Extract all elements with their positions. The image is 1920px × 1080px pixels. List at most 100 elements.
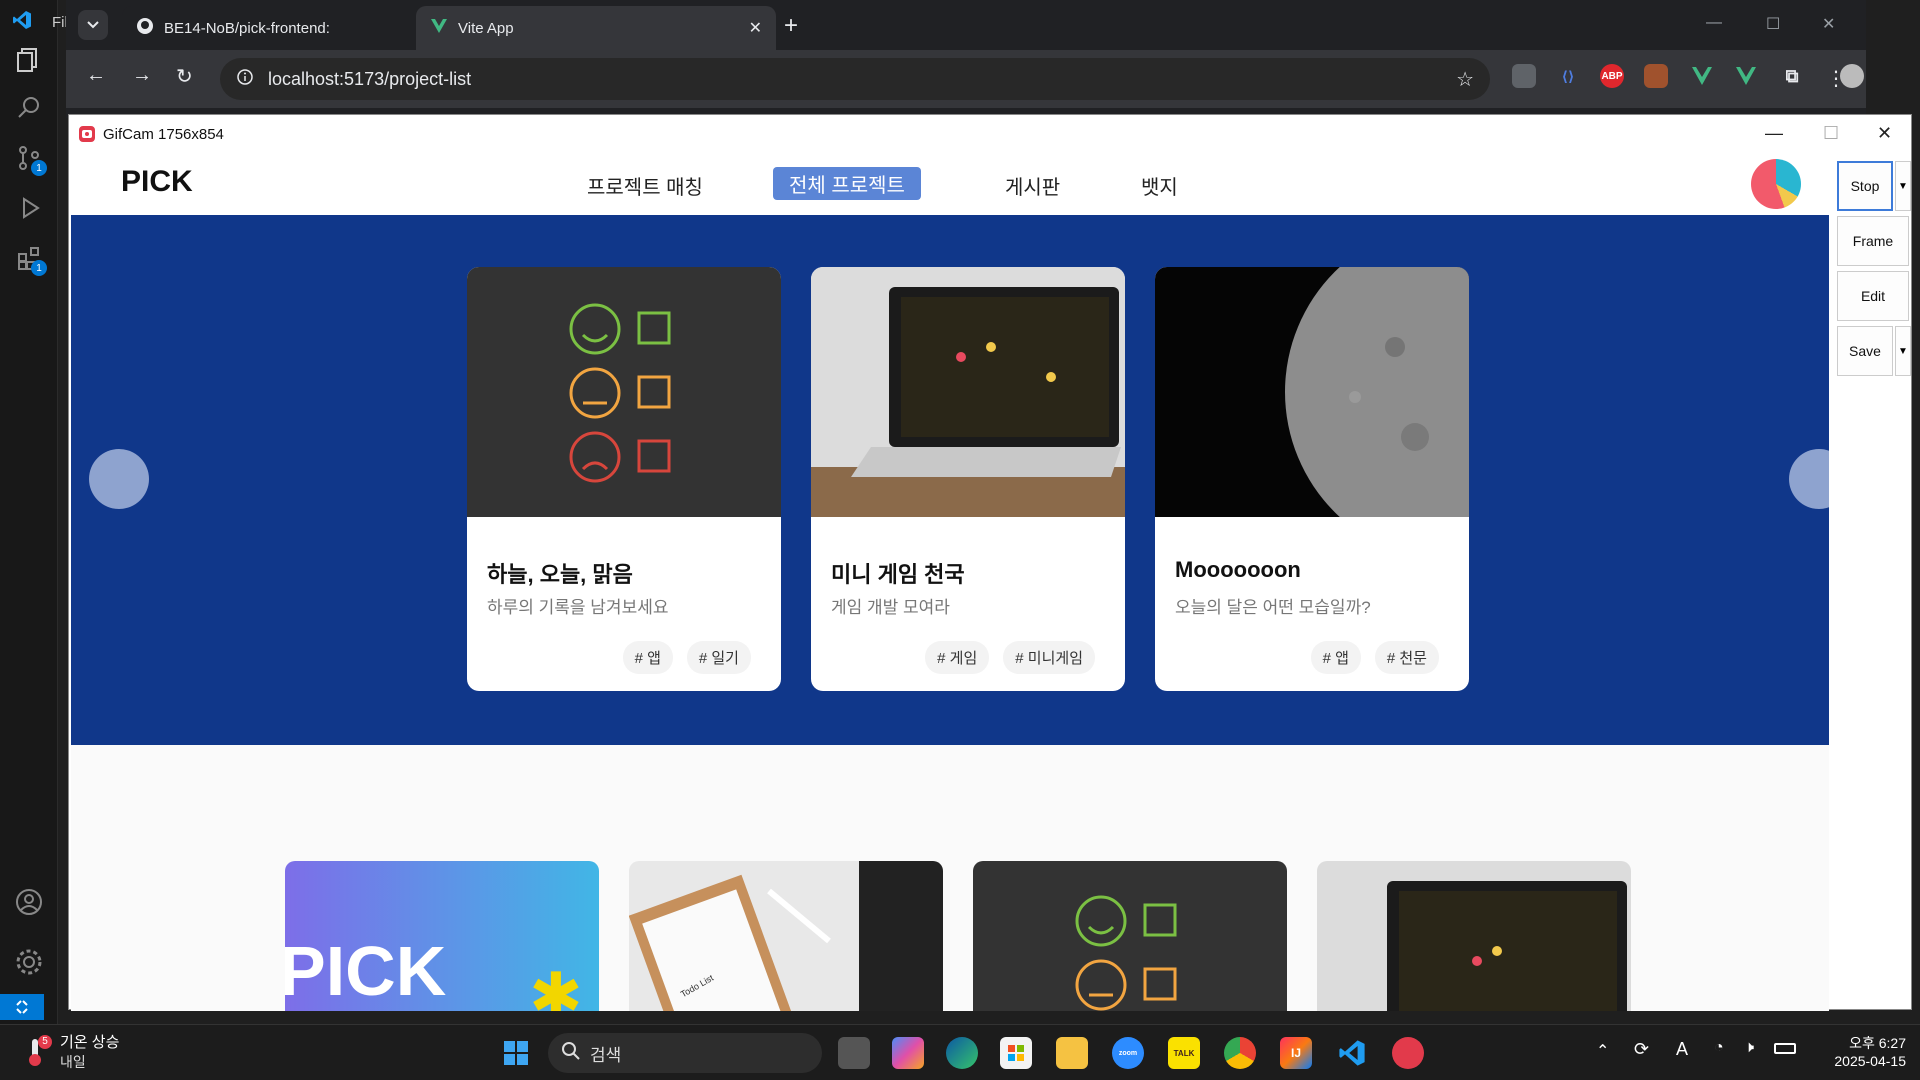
tab-title: Vite App	[458, 19, 514, 37]
explorer-icon[interactable]	[13, 44, 45, 76]
show-hidden-icons-icon[interactable]: ⌃	[1596, 1041, 1609, 1061]
featured-card[interactable]: 하늘, 오늘, 맑음 하루의 기록을 남겨보세요 # 앱 # 일기	[467, 267, 781, 691]
tab-title: BE14-NoB/pick-frontend:	[164, 19, 330, 37]
sync-icon[interactable]: ⟳	[1634, 1039, 1649, 1060]
project-card-pick[interactable]: PICK ✱	[285, 861, 599, 1011]
vscode-activity-bar: 1 1	[0, 0, 58, 1080]
remote-status-icon[interactable]	[0, 994, 44, 1020]
edit-button[interactable]: Edit	[1837, 271, 1909, 321]
nav-badge[interactable]: 뱃지	[1125, 169, 1194, 202]
weather-widget[interactable]: 5 기온 상승 내일	[26, 1031, 119, 1072]
maximize-icon[interactable]: ☐	[1766, 14, 1780, 34]
windows-start-icon[interactable]	[500, 1037, 532, 1069]
ext-adblock-icon[interactable]: ABP	[1600, 64, 1624, 88]
gifcam-title: GifCam 1756x854	[103, 125, 224, 143]
github-icon	[136, 17, 154, 39]
taskbar-clock[interactable]: 오후 6:27 2025-04-15	[1816, 1033, 1906, 1069]
weather-line1: 기온 상승	[60, 1034, 120, 1051]
save-button[interactable]: Save	[1837, 326, 1893, 376]
tab-vite-app[interactable]: Vite App ✕	[416, 6, 776, 50]
browser-window: BE14-NoB/pick-frontend: ✕ Vite App ✕ + —…	[66, 0, 1866, 118]
zoom-icon[interactable]: zoom	[1112, 1037, 1144, 1069]
ext-briefcase-icon[interactable]	[1644, 64, 1668, 88]
minimize-icon[interactable]: —	[1706, 14, 1722, 32]
carousel-next-button[interactable]	[1789, 449, 1829, 509]
tab-strip: BE14-NoB/pick-frontend: ✕ Vite App ✕ + —…	[66, 0, 1866, 50]
site-logo[interactable]: PICK	[121, 165, 193, 199]
source-control-icon[interactable]: 1	[13, 142, 47, 176]
gifcam-close-icon[interactable]: ✕	[1877, 123, 1892, 144]
address-bar[interactable]: localhost:5173/project-list ☆	[220, 58, 1490, 100]
ext-translate-icon[interactable]: ⟨⟩	[1556, 64, 1580, 88]
extensions-puzzle-icon[interactable]: ⧉	[1780, 64, 1804, 88]
tag[interactable]: # 천문	[1374, 641, 1439, 674]
store-icon[interactable]	[1000, 1037, 1032, 1069]
extensions-icon[interactable]: 1	[13, 242, 47, 276]
browser-menu-icon[interactable]: ⋮	[1826, 66, 1846, 91]
user-avatar[interactable]	[1751, 159, 1801, 209]
new-tab-icon[interactable]: +	[784, 12, 798, 40]
intellij-icon[interactable]: IJ	[1280, 1037, 1312, 1069]
bookmark-star-icon[interactable]: ☆	[1456, 67, 1474, 92]
site-info-icon[interactable]	[236, 68, 254, 91]
back-icon[interactable]: ←	[86, 64, 106, 87]
gifcam-minimize-icon[interactable]: —	[1765, 123, 1783, 144]
tag[interactable]: # 게임	[925, 641, 990, 674]
run-debug-icon[interactable]	[13, 192, 45, 224]
ime-icon[interactable]: A	[1676, 1039, 1688, 1060]
card-image-laptop-pacman	[811, 267, 1125, 517]
featured-card[interactable]: 미니 게임 천국 게임 개발 모여라 # 게임 # 미니게임	[811, 267, 1125, 691]
extensions-badge: 1	[31, 260, 47, 276]
card-description: 게임 개발 모여라	[831, 598, 950, 617]
nav-board[interactable]: 게시판	[989, 169, 1076, 202]
edge-icon[interactable]	[946, 1037, 978, 1069]
save-dropdown-icon[interactable]: ▼	[1895, 326, 1911, 376]
featured-card[interactable]: Mooooooon 오늘의 달은 어떤 모습일까? # 앱 # 천문	[1155, 267, 1469, 691]
vscode-icon[interactable]	[1336, 1037, 1368, 1069]
tag[interactable]: # 일기	[686, 641, 751, 674]
stop-button[interactable]: Stop	[1837, 161, 1893, 211]
task-view-icon[interactable]	[838, 1037, 870, 1069]
account-icon[interactable]	[13, 886, 45, 918]
close-window-icon[interactable]: ✕	[1822, 14, 1835, 34]
project-card-chalkboard[interactable]	[973, 861, 1287, 1011]
carousel-prev-button[interactable]	[89, 449, 149, 509]
settings-gear-icon[interactable]	[13, 946, 45, 978]
nav-all-projects[interactable]: 전체 프로젝트	[773, 167, 921, 200]
url-text[interactable]: localhost:5173/project-list	[268, 69, 471, 90]
ext-vue-devtools-icon[interactable]	[1734, 64, 1758, 88]
project-card-pacman[interactable]	[1317, 861, 1631, 1011]
tab-search-dropdown-icon[interactable]	[78, 10, 108, 40]
card-image-chalkboard	[467, 267, 781, 517]
file-explorer-icon[interactable]	[1056, 1037, 1088, 1069]
ext-globe-icon[interactable]	[1512, 64, 1536, 88]
card-description: 오늘의 달은 어떤 모습일까?	[1175, 598, 1371, 617]
reload-icon[interactable]: ↻	[176, 64, 193, 89]
copilot-icon[interactable]	[892, 1037, 924, 1069]
close-tab-icon[interactable]: ✕	[749, 18, 762, 38]
volume-muted-icon[interactable]: 🕨	[1744, 1039, 1754, 1057]
tag[interactable]: # 앱	[1310, 641, 1361, 674]
battery-icon[interactable]	[1774, 1043, 1796, 1054]
project-card-todo[interactable]: Todo List	[629, 861, 943, 1011]
forward-icon[interactable]: →	[132, 64, 152, 87]
tag[interactable]: # 앱	[622, 641, 673, 674]
web-page: PICK 프로젝트 매칭 전체 프로젝트 게시판 뱃지 하늘, 오늘, 맑음 하…	[71, 153, 1829, 1011]
vite-icon	[430, 17, 448, 39]
gifcam-maximize-icon[interactable]: ☐	[1823, 123, 1839, 144]
wifi-icon[interactable]: ◔	[1714, 1039, 1724, 1057]
frame-button[interactable]: Frame	[1837, 216, 1909, 266]
tab-github[interactable]: BE14-NoB/pick-frontend: ✕	[122, 6, 458, 50]
pick-banner-text: PICK	[285, 932, 447, 1010]
stop-dropdown-icon[interactable]: ▼	[1895, 161, 1911, 211]
browser-toolbar: ← → ↻ localhost:5173/project-list ☆ ⟨⟩ A…	[66, 50, 1866, 108]
search-icon[interactable]	[13, 92, 45, 124]
taskbar-search[interactable]: 검색	[548, 1033, 822, 1073]
asterisk-icon: ✱	[529, 960, 583, 1011]
ext-vue-icon[interactable]	[1690, 64, 1714, 88]
gifcam-icon[interactable]	[1392, 1037, 1424, 1069]
chrome-icon[interactable]	[1224, 1037, 1256, 1069]
kakaotalk-icon[interactable]: TALK	[1168, 1037, 1200, 1069]
tag[interactable]: # 미니게임	[1003, 641, 1095, 674]
nav-project-matching[interactable]: 프로젝트 매칭	[571, 169, 719, 202]
